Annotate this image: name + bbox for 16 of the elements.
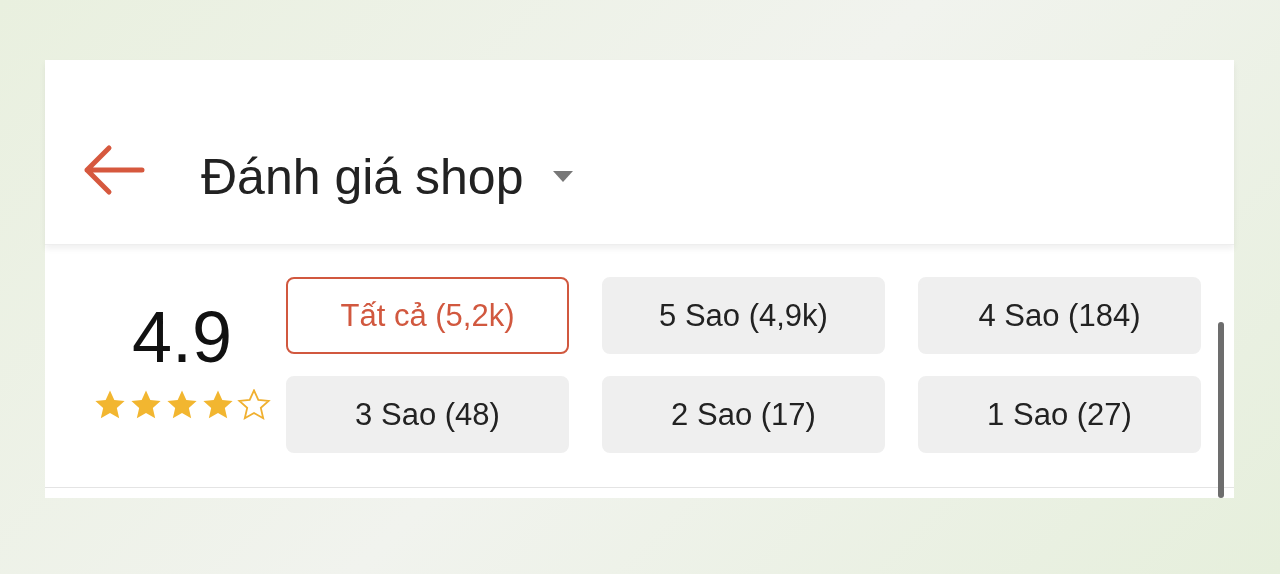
star-icon bbox=[165, 389, 199, 421]
dropdown-caret-icon[interactable] bbox=[553, 171, 574, 182]
rating-filter-button[interactable]: 4 Sao (184) bbox=[918, 277, 1201, 354]
star-icon bbox=[201, 389, 235, 421]
star-icon bbox=[93, 389, 127, 421]
rating-filter-button[interactable]: 5 Sao (4,9k) bbox=[602, 277, 885, 354]
rating-score: 4.9 bbox=[131, 301, 233, 373]
rating-filter-button[interactable]: Tất cả (5,2k) bbox=[286, 277, 569, 354]
page-title: Đánh giá shop bbox=[201, 152, 524, 202]
empty-star-icon bbox=[237, 389, 271, 421]
star-icon bbox=[129, 389, 163, 421]
back-arrow-icon[interactable] bbox=[83, 144, 145, 196]
rating-filter-button[interactable]: 1 Sao (27) bbox=[918, 376, 1201, 453]
scrollbar[interactable] bbox=[1218, 322, 1224, 498]
rating-filter-button[interactable]: 2 Sao (17) bbox=[602, 376, 885, 453]
rating-filter-button[interactable]: 3 Sao (48) bbox=[286, 376, 569, 453]
